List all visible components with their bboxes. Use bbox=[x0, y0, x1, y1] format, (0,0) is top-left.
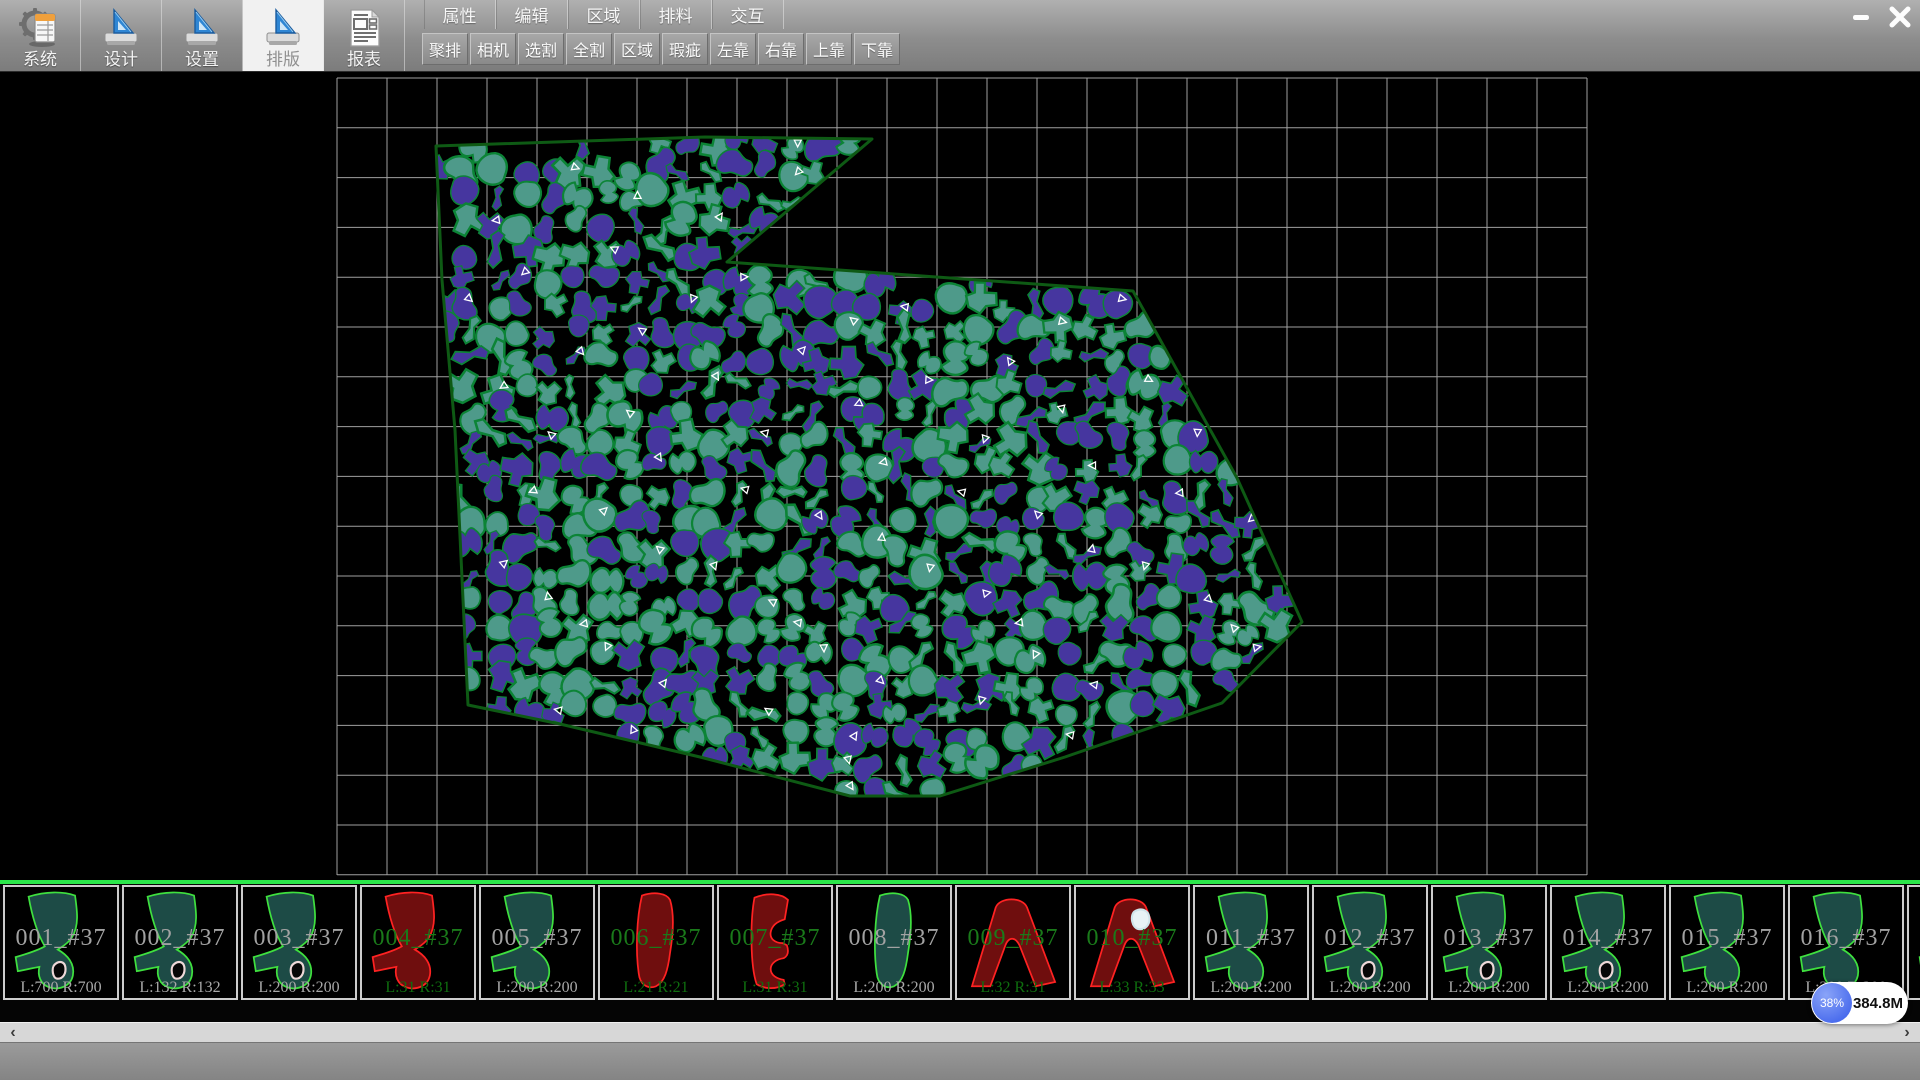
scroll-left-icon[interactable]: ‹ bbox=[0, 1023, 26, 1042]
piece-shape bbox=[721, 888, 829, 996]
menu-tab-区域[interactable]: 区域 bbox=[568, 0, 640, 29]
memory-usage-badge[interactable]: 38% 384.8M bbox=[1811, 982, 1908, 1024]
piece-shape bbox=[126, 888, 234, 996]
main-button-报表[interactable]: 报表 bbox=[324, 0, 405, 71]
main-button-系统[interactable]: 系统 bbox=[0, 0, 81, 71]
main-button-icon-slot bbox=[18, 4, 62, 50]
piece-shape bbox=[1911, 888, 1920, 996]
thumbnail-piece-002_#37[interactable]: 002_#37L:132 R:132 bbox=[122, 885, 238, 1000]
piece-shape bbox=[1078, 888, 1186, 996]
thumbnail-piece-011_#37[interactable]: 011_#37L:200 R:200 bbox=[1193, 885, 1309, 1000]
tool-button-相机[interactable]: 相机 bbox=[470, 33, 516, 65]
thumbnail-piece-007_#37[interactable]: 007_#37L:31 R:31 bbox=[717, 885, 833, 1000]
tool-button-区域[interactable]: 区域 bbox=[614, 33, 660, 65]
piece-shape bbox=[1435, 888, 1543, 996]
close-icon bbox=[1888, 5, 1912, 29]
piece-shape bbox=[959, 888, 1067, 996]
menu-tab-交互[interactable]: 交互 bbox=[712, 0, 784, 29]
tool-button-右靠[interactable]: 右靠 bbox=[758, 33, 804, 65]
top-toolbar: 系统设计设置排版报表 属性编辑区域排料交互 聚排相机选割全割区域瑕疵左靠右靠上靠… bbox=[0, 0, 1920, 72]
menu-tab-row: 属性编辑区域排料交互 bbox=[424, 0, 784, 29]
main-button-label: 设置 bbox=[185, 50, 219, 69]
main-button-icon-slot bbox=[261, 4, 305, 50]
memory-value: 384.8M bbox=[1852, 995, 1908, 1012]
thumbnail-piece-004_#37[interactable]: 004_#37L:31 R:31 bbox=[360, 885, 476, 1000]
piece-thumbnail-panel: 001_#37L:700 R:700002_#37L:132 R:132003_… bbox=[0, 880, 1920, 1022]
tool-button-全割[interactable]: 全割 bbox=[566, 33, 612, 65]
minimize-icon bbox=[1850, 6, 1872, 28]
piece-shape bbox=[1554, 888, 1662, 996]
thumbnail-piece-010_#37[interactable]: 010_#37L:33 R:33 bbox=[1074, 885, 1190, 1000]
piece-shape bbox=[840, 888, 948, 996]
thumbnail-piece-008_#37[interactable]: 008_#37L:200 R:200 bbox=[836, 885, 952, 1000]
tool-button-下靠[interactable]: 下靠 bbox=[854, 33, 900, 65]
main-button-设计[interactable]: 设计 bbox=[81, 0, 162, 71]
thumbnail-piece-005_#37[interactable]: 005_#37L:200 R:200 bbox=[479, 885, 595, 1000]
set-square-icon bbox=[261, 6, 305, 50]
scroll-right-icon[interactable]: › bbox=[1894, 1023, 1920, 1042]
cpu-percent-indicator: 38% bbox=[1812, 983, 1852, 1023]
piece-shape bbox=[1792, 888, 1900, 996]
close-button[interactable] bbox=[1882, 1, 1917, 32]
main-button-label: 设计 bbox=[104, 50, 138, 69]
thumbnail-piece-012_#37[interactable]: 012_#37L:200 R:200 bbox=[1312, 885, 1428, 1000]
strip-divider-line bbox=[0, 880, 1920, 884]
tool-button-选割[interactable]: 选割 bbox=[518, 33, 564, 65]
piece-shape bbox=[1673, 888, 1781, 996]
set-square-icon bbox=[99, 6, 143, 50]
menu-tab-属性[interactable]: 属性 bbox=[424, 0, 496, 29]
tool-button-聚排[interactable]: 聚排 bbox=[422, 33, 468, 65]
main-button-排版[interactable]: 排版 bbox=[243, 0, 324, 71]
thumbnail-piece-014_#37[interactable]: 014_#37L:200 R:200 bbox=[1550, 885, 1666, 1000]
thumbnail-piece-003_#37[interactable]: 003_#37L:200 R:200 bbox=[241, 885, 357, 1000]
piece-shape bbox=[1316, 888, 1424, 996]
main-button-label: 排版 bbox=[266, 50, 300, 69]
window-controls bbox=[1843, 1, 1917, 32]
nesting-canvas[interactable] bbox=[0, 72, 1920, 884]
tool-button-瑕疵[interactable]: 瑕疵 bbox=[662, 33, 708, 65]
main-button-group: 系统 设计 设置 排版 报表 bbox=[0, 0, 405, 71]
main-button-label: 系统 bbox=[23, 50, 57, 69]
piece-shape bbox=[1197, 888, 1305, 996]
thumbnail-piece-015_#37[interactable]: 015_#37L:200 R:200 bbox=[1669, 885, 1785, 1000]
system-gear-icon bbox=[18, 6, 62, 50]
report-document-icon bbox=[342, 6, 386, 50]
main-button-label: 报表 bbox=[347, 50, 381, 69]
piece-thumbnail-list: 001_#37L:700 R:700002_#37L:132 R:132003_… bbox=[0, 885, 1920, 1003]
piece-shape bbox=[7, 888, 115, 996]
set-square-icon bbox=[180, 6, 224, 50]
main-button-icon-slot bbox=[180, 4, 224, 50]
menu-tab-排料[interactable]: 排料 bbox=[640, 0, 712, 29]
main-button-icon-slot bbox=[99, 4, 143, 50]
minimize-button[interactable] bbox=[1843, 1, 1878, 32]
piece-shape bbox=[245, 888, 353, 996]
nested-pieces bbox=[428, 122, 1300, 810]
tool-button-row: 聚排相机选割全割区域瑕疵左靠右靠上靠下靠 bbox=[422, 33, 900, 65]
piece-shape bbox=[364, 888, 472, 996]
menu-tab-编辑[interactable]: 编辑 bbox=[496, 0, 568, 29]
thumbnail-piece-017_#37[interactable]: 017_#37L:200 R:200 bbox=[1907, 885, 1920, 1000]
piece-shape bbox=[602, 888, 710, 996]
tool-button-上靠[interactable]: 上靠 bbox=[806, 33, 852, 65]
horizontal-scrollbar[interactable]: ‹ › bbox=[0, 1022, 1920, 1042]
cpu-percent-value: 38% bbox=[1820, 996, 1844, 1010]
tool-button-左靠[interactable]: 左靠 bbox=[710, 33, 756, 65]
main-button-设置[interactable]: 设置 bbox=[162, 0, 243, 71]
thumbnail-piece-006_#37[interactable]: 006_#37L:21 R:21 bbox=[598, 885, 714, 1000]
thumbnail-piece-001_#37[interactable]: 001_#37L:700 R:700 bbox=[3, 885, 119, 1000]
piece-shape bbox=[483, 888, 591, 996]
thumbnail-piece-013_#37[interactable]: 013_#37L:200 R:200 bbox=[1431, 885, 1547, 1000]
main-button-icon-slot bbox=[342, 4, 386, 50]
thumbnail-piece-009_#37[interactable]: 009_#37L:32 R:31 bbox=[955, 885, 1071, 1000]
status-bar bbox=[0, 1042, 1920, 1080]
nest-layout-drawing bbox=[0, 72, 1920, 884]
